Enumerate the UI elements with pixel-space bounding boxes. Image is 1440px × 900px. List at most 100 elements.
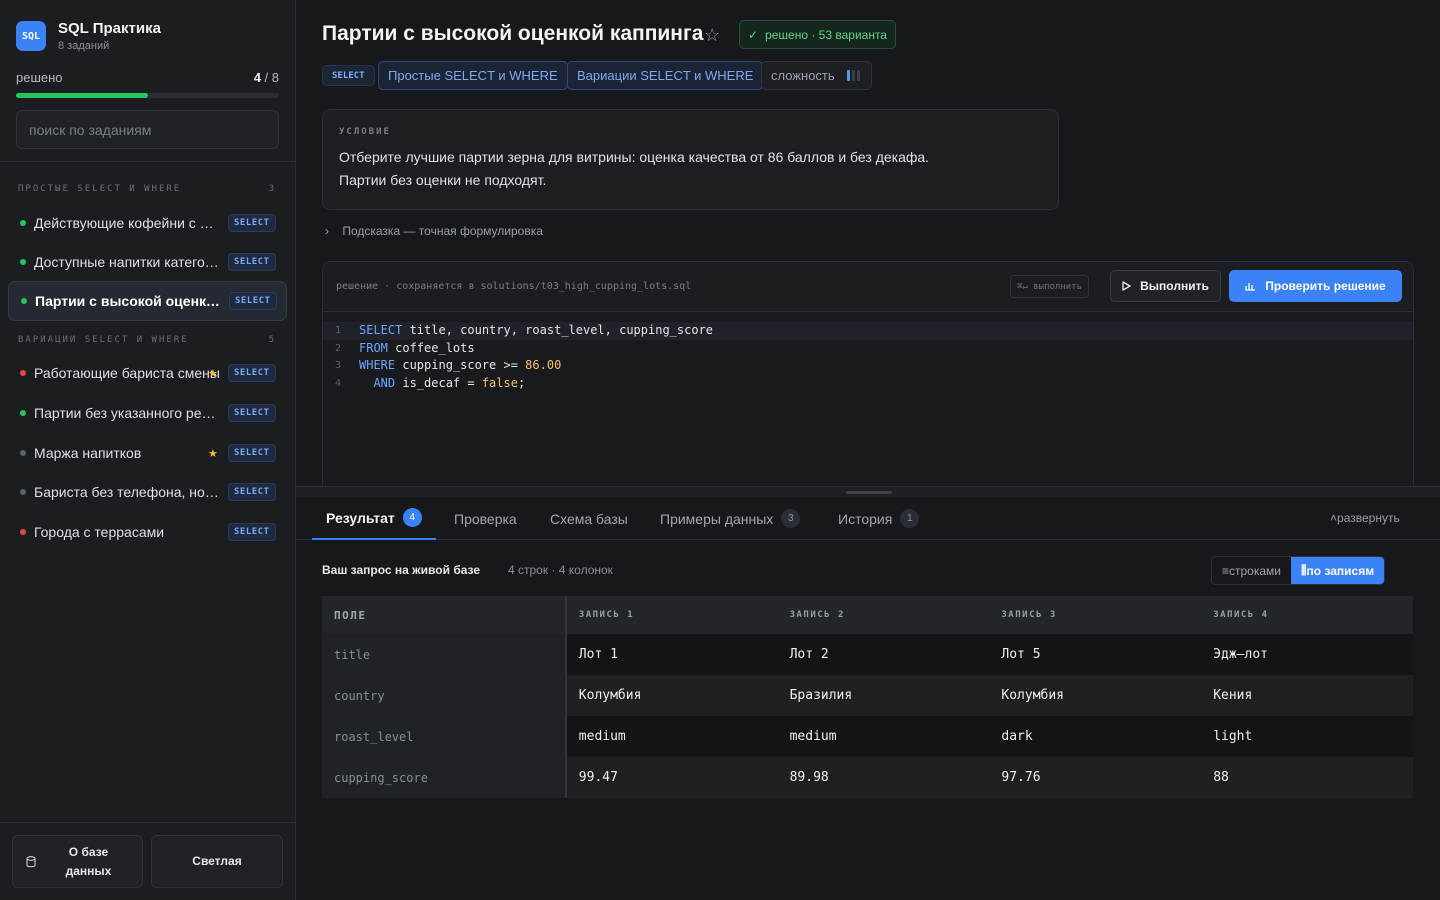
field-name-cell: roast_level <box>322 716 567 757</box>
progress-bar-fill <box>16 93 148 98</box>
record-column-header: ЗАПИСЬ 2 <box>777 596 990 634</box>
table-cell: dark <box>989 716 1202 757</box>
expand-label: развернуть <box>1337 511 1400 525</box>
condition-text: Отберите лучшие партии зерна для витрины… <box>339 146 1042 192</box>
table-row: roast_level medium medium dark light <box>322 716 1413 757</box>
sidebar-task-item[interactable]: Партии с высокой оценкой каппинга SELECT <box>8 281 287 321</box>
chevron-right-icon: › <box>325 224 329 238</box>
task-title: Партии с высокой оценкой каппинга <box>322 22 704 45</box>
run-query-button[interactable]: Выполнить <box>1110 270 1221 302</box>
task-status-dot <box>20 489 26 495</box>
play-icon <box>1122 281 1131 291</box>
sidebar-divider <box>0 161 295 162</box>
task-condition-panel: УСЛОВИЕ Отберите лучшие партии зерна для… <box>322 109 1059 210</box>
sidebar: SQL SQL Практика 8 заданий решено 4 / 8 … <box>0 0 296 900</box>
tab-label: Результат <box>326 509 395 526</box>
sidebar-task-item[interactable]: Бариста без телефона, но с email SELECT <box>8 472 287 512</box>
line-number: 1 <box>335 325 342 336</box>
code-token: coffee_lots <box>387 340 475 355</box>
code-token: is_decaf = <box>395 375 482 390</box>
favorite-star-icon[interactable]: ☆ <box>704 25 720 46</box>
table-cell: 88 <box>1201 757 1413 798</box>
theme-toggle-label: Светлая <box>192 854 242 868</box>
sql-editor: решение · сохраняется в solutions/t03_hi… <box>322 261 1414 491</box>
view-records-button[interactable]: ⫼ по записям <box>1291 557 1385 584</box>
view-mode-toggle: ≡ строками ⫼ по записям <box>1211 556 1386 585</box>
topic-tag-simple-select[interactable]: Простые SELECT и WHERE <box>378 61 568 90</box>
table-cell: Бразилия <box>777 675 990 716</box>
table-cell: medium <box>777 716 990 757</box>
sidebar-task-item[interactable]: Действующие кофейни с поддержкой SELECT <box>8 203 287 243</box>
task-label: Доступные напитки категории <box>34 254 220 270</box>
check-solution-button[interactable]: Проверить решение <box>1229 270 1402 302</box>
group-header-simple-select: ПРОСТЫЕ SELECT И WHERE 3 <box>18 184 276 194</box>
sidebar-task-item[interactable]: Маржа напитков ★ SELECT <box>8 433 287 473</box>
tab-history[interactable]: История 1 <box>838 497 920 540</box>
code-line: 2 FROM coffee_lots <box>323 340 1413 358</box>
theme-toggle-button[interactable]: Светлая <box>151 835 283 888</box>
code-token: title, country, roast_level, cupping_sco… <box>402 323 714 337</box>
task-type-badge: SELECT <box>228 444 276 462</box>
task-label: Партии без указанного региона <box>34 405 220 421</box>
task-type-badge: SELECT <box>228 483 276 501</box>
result-title: Ваш запрос на живой базе <box>322 563 481 577</box>
panel-resize-handle[interactable] <box>296 486 1440 497</box>
table-cell: Колумбия <box>565 675 778 716</box>
task-label: Действующие кофейни с поддержкой <box>34 215 220 231</box>
table-cell: medium <box>565 716 778 757</box>
task-label: Партии с высокой оценкой каппинга <box>35 293 221 309</box>
record-column-header: ЗАПИСЬ 3 <box>989 596 1202 634</box>
view-records-label: по записям <box>1306 563 1375 578</box>
tab-check[interactable]: Проверка <box>454 497 517 540</box>
chevron-up-icon: ˄ <box>1330 511 1338 525</box>
brand: SQL SQL Практика 8 заданий <box>16 20 161 52</box>
task-status-dot <box>21 298 27 304</box>
record-column-header: ЗАПИСЬ 1 <box>565 596 778 634</box>
task-label: Города с террасами <box>34 524 165 540</box>
table-cell: 89.98 <box>777 757 990 798</box>
run-query-label: Выполнить <box>1140 279 1209 293</box>
table-cell: Лот 2 <box>777 634 990 675</box>
group-count: 5 <box>268 335 276 345</box>
code-area[interactable]: 1 SELECT title, country, roast_level, cup… <box>323 322 1413 392</box>
tab-schema[interactable]: Схема базы <box>550 497 628 540</box>
condition-line: Отберите лучшие партии зерна для витрины… <box>339 149 930 165</box>
sidebar-task-item[interactable]: Работающие бариста смены ★ SELECT <box>8 353 287 393</box>
code-token: ; <box>517 375 526 390</box>
task-status-dot <box>20 410 26 416</box>
task-type-badge: SELECT <box>228 253 276 271</box>
code-token: FROM <box>359 340 388 355</box>
solution-file-path: решение · сохраняется в solutions/t03_hi… <box>336 281 692 292</box>
tab-result[interactable]: Результат 4 <box>312 497 436 540</box>
tab-sample-data[interactable]: Примеры данных 3 <box>660 497 801 540</box>
about-database-button[interactable]: О базе данных <box>12 835 143 888</box>
table-cell: light <box>1201 716 1413 757</box>
task-status-dot <box>20 450 26 456</box>
task-search-input[interactable] <box>16 110 279 149</box>
view-rows-button[interactable]: ≡ строками <box>1212 557 1291 584</box>
sidebar-task-item[interactable]: Доступные напитки категории SELECT <box>8 242 287 282</box>
task-label: Бариста без телефона, но с email <box>34 484 220 500</box>
sidebar-task-item[interactable]: Партии без указанного региона SELECT <box>8 393 287 433</box>
resize-grip[interactable] <box>846 491 892 494</box>
difficulty-label: сложность <box>771 68 835 83</box>
check-icon: ✓ <box>748 27 759 42</box>
sidebar-task-item[interactable]: Города с террасами SELECT <box>8 512 287 552</box>
difficulty-bars <box>846 70 862 81</box>
tab-label: Схема базы <box>550 510 628 527</box>
about-database-label: О базе данных <box>65 844 112 878</box>
check-solution-label: Проверить решение <box>1265 279 1386 293</box>
table-row: cupping_score 99.47 89.98 97.76 88 <box>322 757 1413 798</box>
hint-toggle[interactable]: › Подсказка — точная формулировка <box>325 224 543 238</box>
code-text: SELECT title, country, roast_level, cupp… <box>359 322 713 340</box>
difficulty-indicator: сложность <box>761 61 872 90</box>
progress-label: решено <box>16 70 63 85</box>
run-shortcut-hint: ⌘↵ выполнить <box>1010 275 1090 298</box>
progress-total: / 8 <box>260 70 279 85</box>
topic-tag-select-variations[interactable]: Вариации SELECT и WHERE <box>567 61 764 90</box>
task-label: Маржа напитков <box>34 445 142 461</box>
expand-panel-button[interactable]: ˄развернуть <box>1330 511 1400 525</box>
code-token: cupping_score >= <box>395 358 526 372</box>
line-number: 4 <box>335 377 342 389</box>
task-type-badge: SELECT <box>228 214 276 232</box>
